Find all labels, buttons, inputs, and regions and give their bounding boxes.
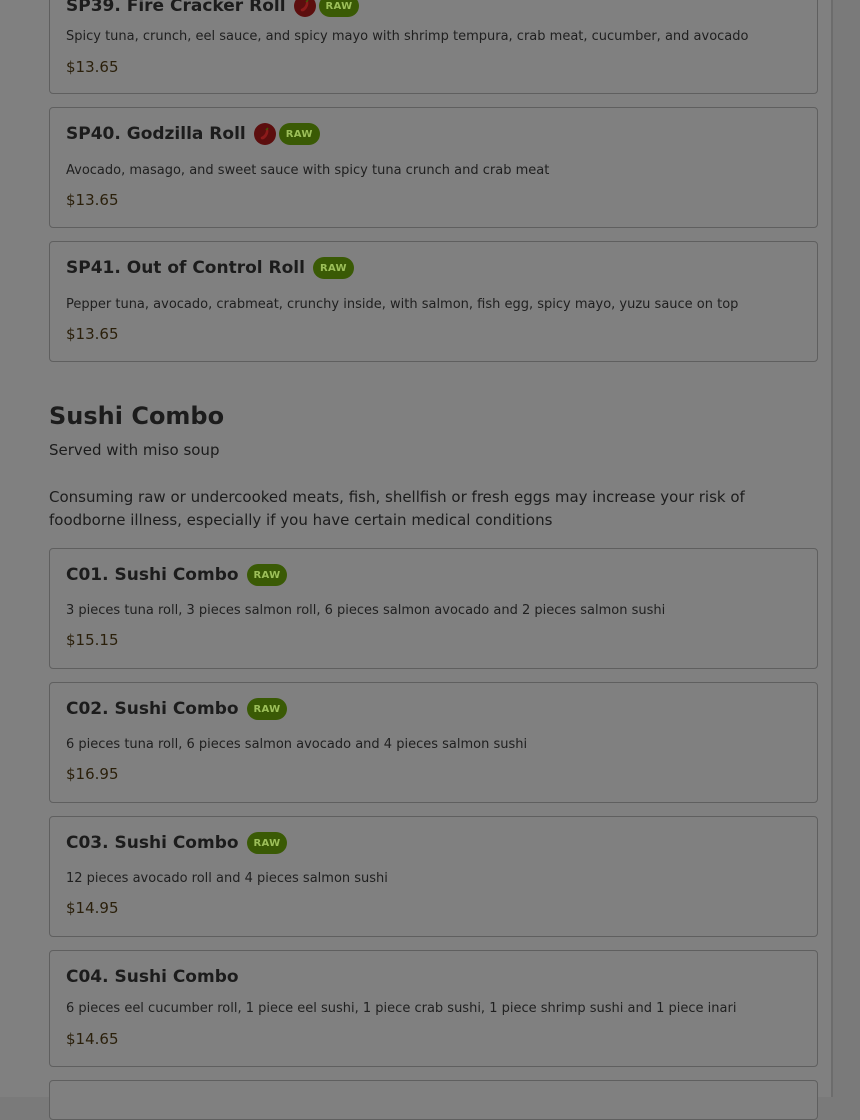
- item-price: $16.95: [66, 765, 119, 783]
- item-price: $13.65: [66, 58, 119, 76]
- menu-item-card[interactable]: C01. Sushi Combo RAW 3 pieces tuna roll,…: [49, 548, 818, 669]
- spicy-icon: [253, 123, 276, 145]
- raw-badge: RAW: [246, 698, 288, 720]
- menu-item-card[interactable]: [49, 1080, 818, 1120]
- raw-badge: RAW: [318, 0, 360, 17]
- item-description: Pepper tuna, avocado, crabmeat, crunchy …: [66, 297, 739, 312]
- page-divider: [831, 0, 833, 1097]
- item-description: Spicy tuna, crunch, eel sauce, and spicy…: [66, 29, 749, 44]
- item-price: $13.65: [66, 191, 119, 209]
- menu-item-card[interactable]: SP39. Fire Cracker Roll RAW Spicy tuna, …: [49, 0, 818, 94]
- item-price: $14.95: [66, 899, 119, 917]
- menu-item-card[interactable]: C04. Sushi Combo 6 pieces eel cucumber r…: [49, 950, 818, 1067]
- menu-item-card[interactable]: C03. Sushi Combo RAW 12 pieces avocado r…: [49, 816, 818, 937]
- item-description: 12 pieces avocado roll and 4 pieces salm…: [66, 871, 388, 886]
- item-name: C02. Sushi Combo: [66, 699, 239, 719]
- item-description: 6 pieces eel cucumber roll, 1 piece eel …: [66, 1001, 737, 1016]
- menu-item-card[interactable]: C02. Sushi Combo RAW 6 pieces tuna roll,…: [49, 682, 818, 803]
- menu-page: SP39. Fire Cracker Roll RAW Spicy tuna, …: [0, 0, 831, 1120]
- raw-badge: RAW: [246, 832, 288, 854]
- raw-badge: RAW: [246, 564, 288, 586]
- menu-item-card[interactable]: SP40. Godzilla Roll RAW Avocado, masago,…: [49, 107, 818, 228]
- item-description: 6 pieces tuna roll, 6 pieces salmon avoc…: [66, 737, 528, 752]
- item-description: Avocado, masago, and sweet sauce with sp…: [66, 163, 550, 178]
- item-name: C01. Sushi Combo: [66, 565, 239, 585]
- section-title: Sushi Combo: [49, 402, 225, 430]
- item-name: C03. Sushi Combo: [66, 833, 239, 853]
- item-name: SP39. Fire Cracker Roll: [66, 0, 286, 16]
- menu-item-card[interactable]: SP41. Out of Control Roll RAW Pepper tun…: [49, 241, 818, 362]
- item-name: SP40. Godzilla Roll: [66, 124, 246, 144]
- section-subtitle: Served with miso soup: [49, 441, 220, 459]
- raw-food-notice: Consuming raw or undercooked meats, fish…: [49, 488, 745, 529]
- raw-badge: RAW: [312, 257, 354, 279]
- raw-badge: RAW: [278, 123, 320, 145]
- item-name: SP41. Out of Control Roll: [66, 258, 305, 278]
- item-name: C04. Sushi Combo: [66, 967, 239, 987]
- item-price: $15.15: [66, 631, 119, 649]
- spicy-icon: [293, 0, 316, 17]
- item-price: $14.65: [66, 1030, 119, 1048]
- item-price: $13.65: [66, 325, 119, 343]
- item-description: 3 pieces tuna roll, 3 pieces salmon roll…: [66, 603, 666, 618]
